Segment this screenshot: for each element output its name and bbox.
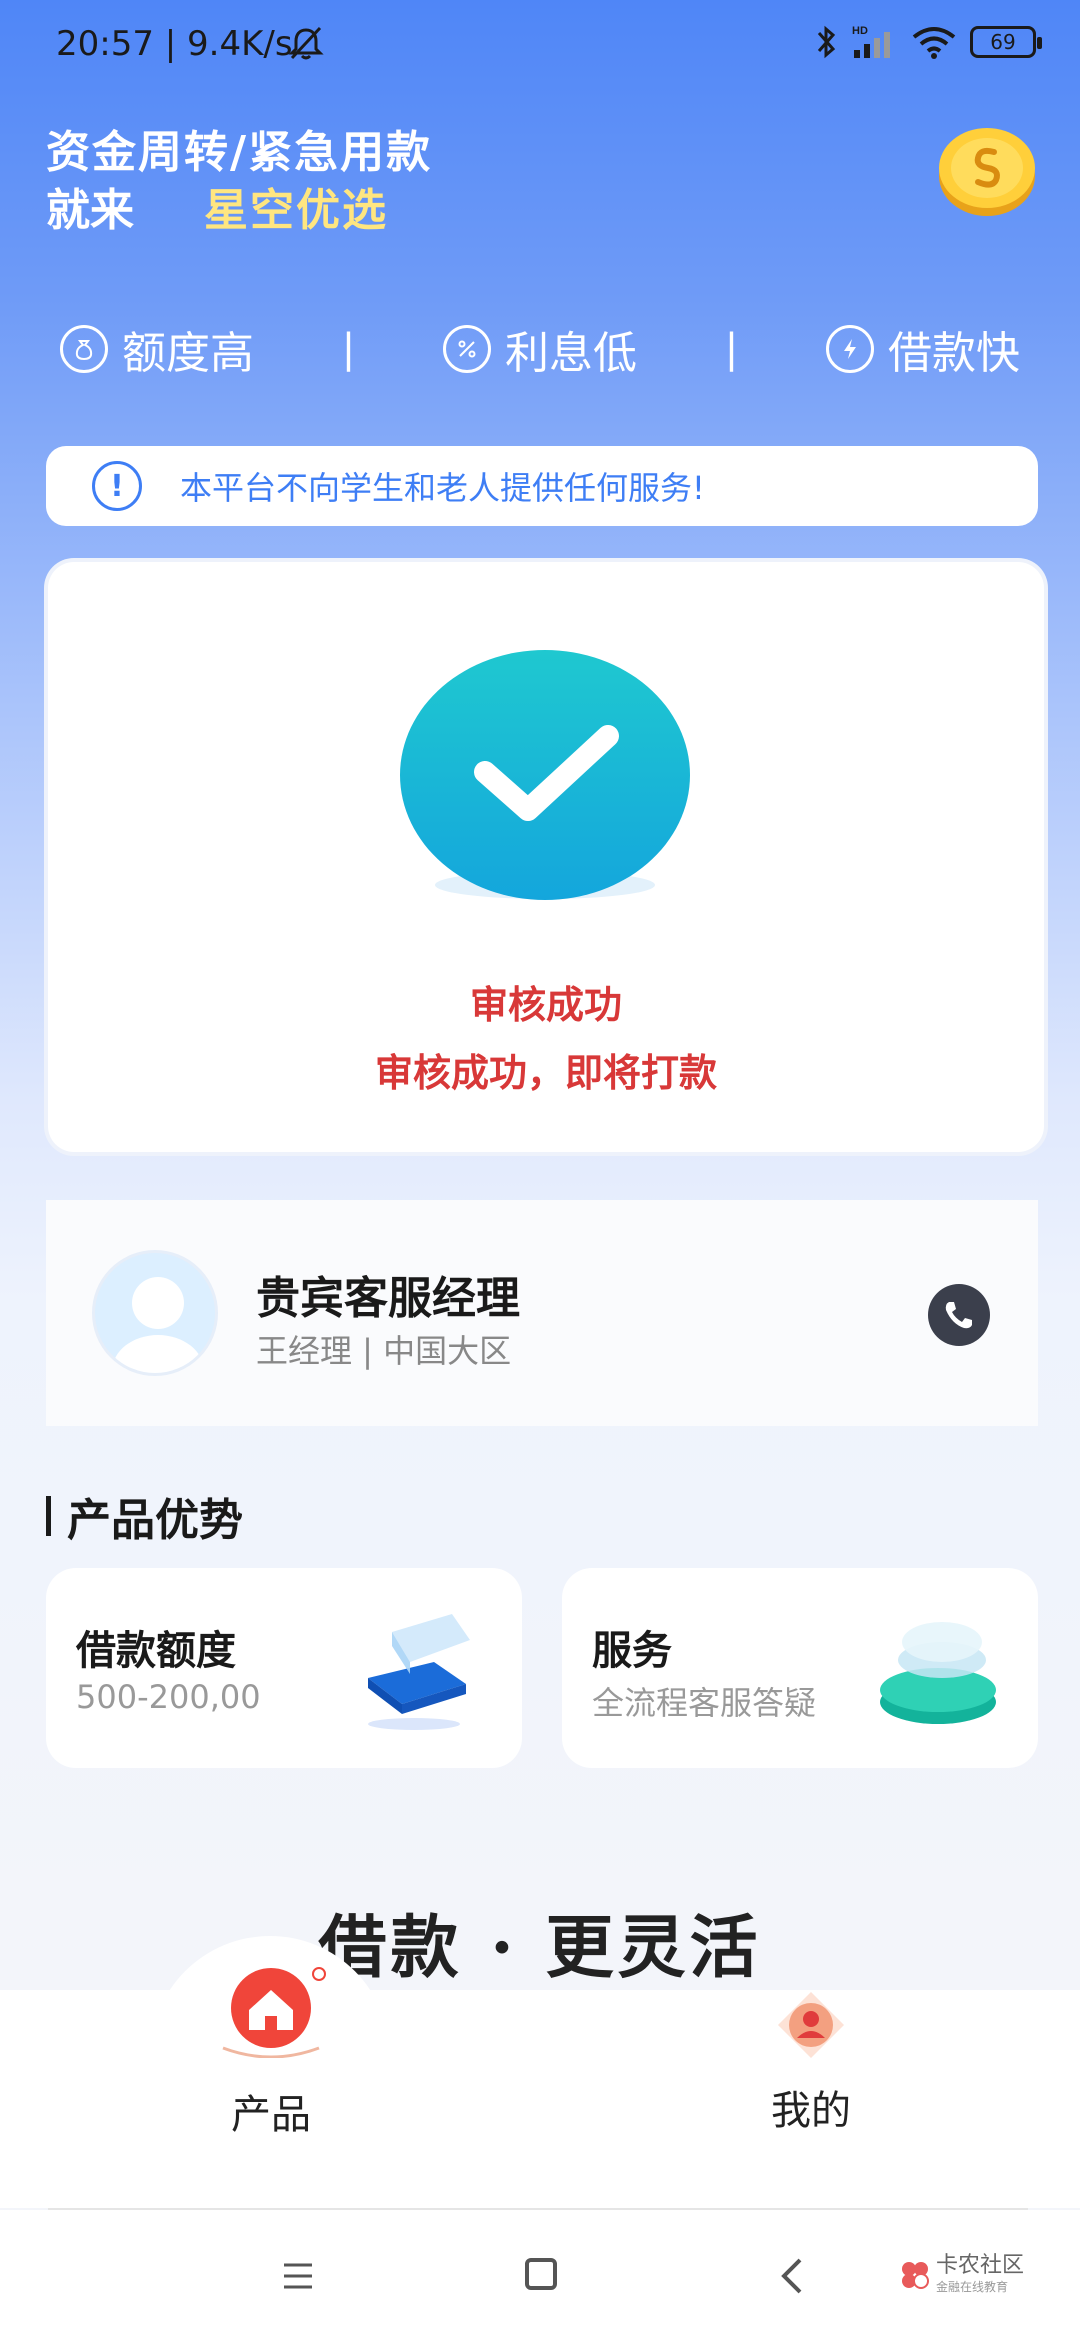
coin-stack-icon bbox=[880, 1622, 996, 1724]
slogan: 借款 · 更灵活 bbox=[318, 1908, 762, 1988]
feature-item: 利息低 bbox=[442, 317, 637, 381]
menu-icon[interactable] bbox=[282, 2262, 314, 2290]
home-button-icon[interactable] bbox=[525, 2258, 557, 2290]
home-icon bbox=[222, 1967, 326, 2059]
status-time: 20:57 | 9.4K/s bbox=[56, 24, 293, 64]
bell-off-icon bbox=[288, 26, 324, 60]
advantage-title: 服务 bbox=[592, 1628, 672, 1674]
alert-icon: ! bbox=[92, 461, 142, 511]
feature-label: 利息低 bbox=[504, 328, 637, 379]
section-title-text: 产品优势 bbox=[67, 1495, 243, 1546]
svg-text:HD: HD bbox=[852, 25, 868, 37]
feature-label: 借款快 bbox=[887, 328, 1020, 379]
notice-banner: ! 本平台不向学生和老人提供任何服务! bbox=[46, 446, 1038, 526]
wifi-icon bbox=[912, 27, 956, 59]
advantage-subtitle: 500-200,00 bbox=[76, 1678, 261, 1716]
advantage-card-loan-amount: 借款额度 500-200,00 bbox=[46, 1568, 522, 1768]
feature-item: 额度高 bbox=[60, 317, 254, 381]
feature-separator: | bbox=[724, 326, 739, 372]
feature-label: 额度高 bbox=[122, 328, 254, 379]
check-circle-icon bbox=[400, 650, 690, 900]
watermark-logo-icon bbox=[902, 2261, 929, 2289]
watermark-subtitle: 金融在线教育 bbox=[936, 2280, 1009, 2295]
avatar bbox=[92, 1250, 218, 1376]
hero-prefix: 就来 bbox=[46, 185, 134, 236]
card-stack-icon bbox=[368, 1614, 470, 1730]
battery-icon: 69 bbox=[970, 26, 1042, 58]
feature-separator: | bbox=[341, 326, 356, 372]
advantage-title: 借款额度 bbox=[76, 1628, 236, 1674]
notice-text: 本平台不向学生和老人提供任何服务! bbox=[180, 469, 705, 507]
watermark: 卡农社区 金融在线教育 bbox=[900, 2253, 1025, 2295]
advantage-subtitle: 全流程客服答疑 bbox=[592, 1684, 817, 1722]
back-icon[interactable] bbox=[776, 2256, 806, 2296]
status-bar: 20:57 | 9.4K/s HD 69 bbox=[0, 0, 1080, 96]
tab-label: 产品 bbox=[231, 2092, 311, 2138]
manager-subtitle: 王经理 | 中国大区 bbox=[256, 1332, 512, 1370]
money-bag-icon bbox=[60, 325, 108, 373]
feature-row: 额度高 | 利息低 | 借款快 bbox=[60, 318, 1020, 380]
section-title-bar bbox=[46, 1496, 51, 1536]
manager-title: 贵宾客服经理 bbox=[256, 1273, 520, 1324]
user-icon bbox=[778, 1992, 844, 2058]
signal-icon: HD bbox=[852, 25, 890, 58]
bluetooth-icon bbox=[817, 25, 836, 59]
section-title: 产品优势 bbox=[46, 1484, 243, 1548]
manager-card: 贵宾客服经理 王经理 | 中国大区 bbox=[46, 1200, 1038, 1426]
tab-label: 我的 bbox=[771, 2088, 851, 2134]
tab-mine[interactable]: 我的 bbox=[716, 1990, 906, 2136]
review-title: 审核成功 bbox=[469, 983, 622, 1027]
tab-product[interactable]: 产品 bbox=[176, 1962, 366, 2140]
advantage-card-service: 服务 全流程客服答疑 bbox=[562, 1568, 1038, 1768]
review-status-card: 审核成功 审核成功，即将打款 bbox=[48, 562, 1044, 1152]
percent-icon bbox=[442, 325, 491, 373]
feature-item: 借款快 bbox=[825, 317, 1020, 381]
gold-coin-icon bbox=[939, 128, 1035, 216]
lightning-icon bbox=[825, 325, 874, 373]
watermark-title: 卡农社区 bbox=[936, 2253, 1025, 2278]
hero-tagline: 资金周转/紧急用款 bbox=[46, 127, 433, 178]
brand-name: 星空优选 bbox=[204, 185, 388, 236]
review-message: 审核成功，即将打款 bbox=[374, 1051, 717, 1095]
phone-icon bbox=[945, 1302, 972, 1329]
phone-call-button[interactable] bbox=[928, 1284, 990, 1346]
